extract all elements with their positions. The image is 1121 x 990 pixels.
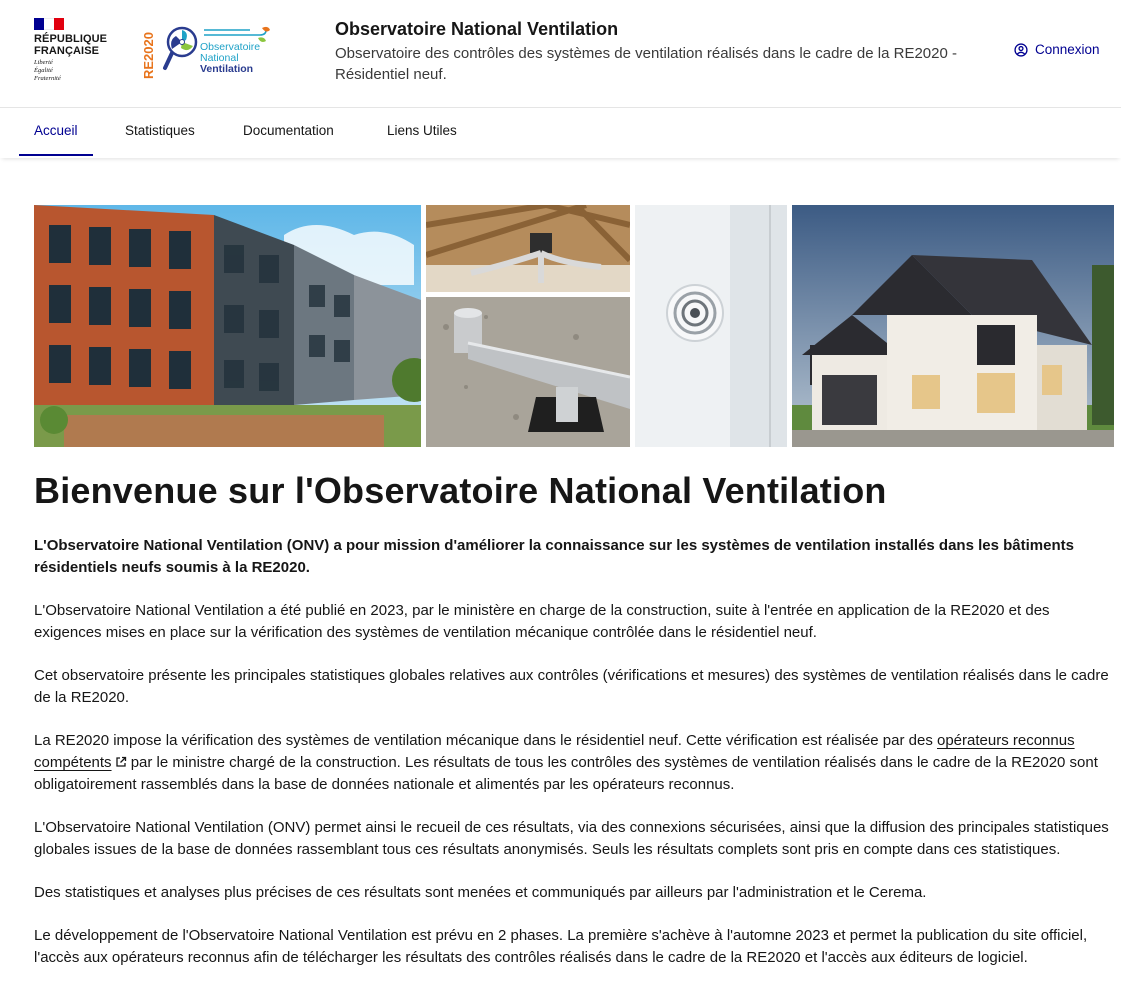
nav-active-indicator <box>19 154 93 156</box>
republic-name-line2: FRANÇAISE <box>34 45 100 57</box>
paragraph-onv-collection: L'Observatoire National Ventilation (ONV… <box>34 819 1109 858</box>
attic-ventilation-image <box>426 205 630 292</box>
republic-name-line1: RÉPUBLIQUE <box>34 33 108 45</box>
nav-item-accueil[interactable]: Accueil <box>34 108 78 156</box>
motto-fraternite: Fraternité <box>34 75 61 82</box>
site-title[interactable]: Observatoire National Ventilation <box>335 19 618 40</box>
apartment-buildings-image <box>34 205 421 447</box>
motto-egalite: Égalité <box>34 67 53 74</box>
re2020-vertical-label: RE2020 <box>142 32 156 79</box>
wall-vent-image <box>635 205 787 447</box>
hero-image-mosaic <box>34 205 1114 447</box>
login-label: Connexion <box>1035 42 1100 57</box>
paragraph-analyses: Des statistiques et analyses plus précis… <box>34 884 927 901</box>
french-flag-icon <box>34 18 64 30</box>
paragraph-statistics: Cet observatoire présente les principale… <box>34 667 1109 706</box>
republique-francaise-logo[interactable]: RÉPUBLIQUE FRANÇAISE Liberté Égalité Fra… <box>34 18 114 83</box>
page-title: Bienvenue sur l'Observatoire National Ve… <box>34 470 887 511</box>
paragraph-publication: L'Observatoire National Ventilation a ét… <box>34 602 1050 641</box>
logo-ventilation: Ventilation <box>200 63 254 75</box>
air-flow-lines-icon <box>204 26 270 42</box>
onv-logo-text: Observatoire National Ventilation <box>200 42 260 75</box>
site-tagline: Observatoire des contrôles des systèmes … <box>335 45 957 83</box>
onv-logo[interactable]: RE2020 Observatoire National Ventilation <box>142 20 282 82</box>
nav-item-documentation[interactable]: Documentation <box>243 108 334 156</box>
user-account-icon <box>1014 42 1028 57</box>
intro-lead-paragraph: L'Observatoire National Ventilation (ONV… <box>34 537 1074 576</box>
main-navigation: Accueil Statistiques Documentation Liens… <box>0 108 1121 158</box>
nav-item-liens-utiles[interactable]: Liens Utiles <box>387 108 457 156</box>
external-link-icon <box>115 756 126 767</box>
site-header: RÉPUBLIQUE FRANÇAISE Liberté Égalité Fra… <box>0 0 1121 108</box>
motto-liberte: Liberté <box>34 59 53 66</box>
roof-duct-image <box>426 297 630 447</box>
p3-text-after: par le ministre chargé de la constructio… <box>34 754 1098 793</box>
house-image <box>792 205 1114 447</box>
main-content: Bienvenue sur l'Observatoire National Ve… <box>34 467 1114 990</box>
svg-text:RE2020: RE2020 <box>142 32 156 79</box>
login-button[interactable]: Connexion <box>1014 42 1100 57</box>
paragraph-re2020-verification: La RE2020 impose la vérification des sys… <box>34 730 1114 796</box>
paragraph-development-phases: Le développement de l'Observatoire Natio… <box>34 927 1088 966</box>
fan-magnifier-icon <box>163 26 198 70</box>
republic-motto: Liberté Égalité Fraternité <box>34 59 114 83</box>
p3-text-before: La RE2020 impose la vérification des sys… <box>34 732 937 749</box>
nav-item-statistiques[interactable]: Statistiques <box>125 108 195 156</box>
